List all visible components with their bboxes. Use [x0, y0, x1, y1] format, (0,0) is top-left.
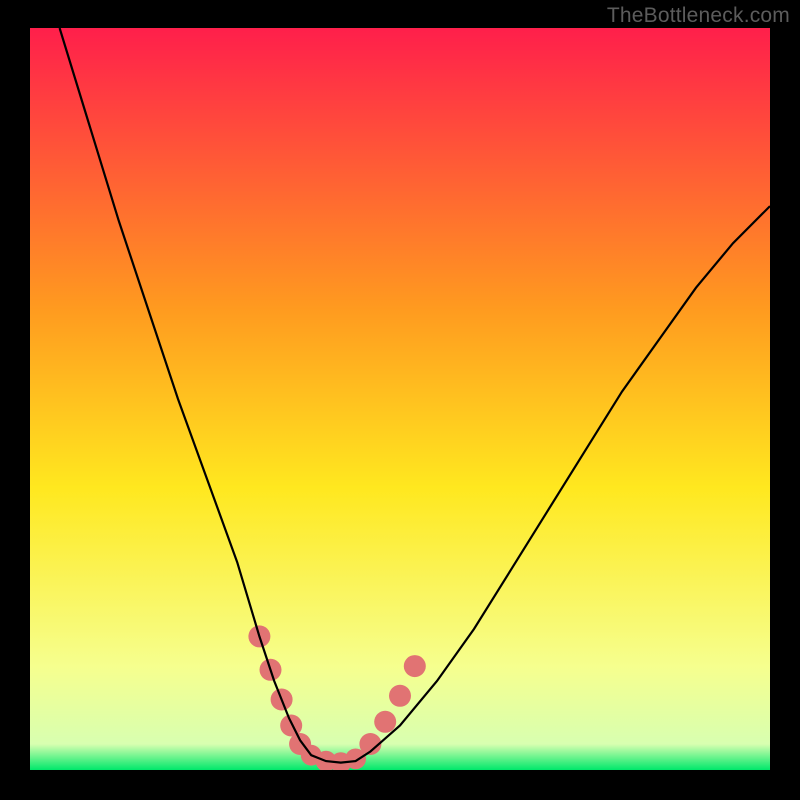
marker-dot — [404, 655, 426, 677]
marker-dot — [389, 685, 411, 707]
bottleneck-chart — [30, 28, 770, 770]
gradient-panel — [30, 28, 770, 770]
chart-frame: TheBottleneck.com — [0, 0, 800, 800]
watermark-text: TheBottleneck.com — [607, 4, 790, 28]
marker-dot — [374, 711, 396, 733]
